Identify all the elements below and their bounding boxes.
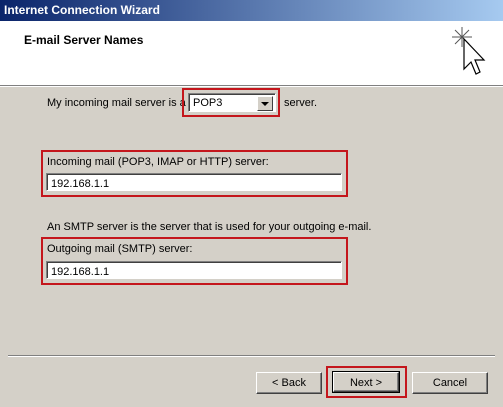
- back-button[interactable]: < Back: [256, 372, 322, 394]
- incoming-type-prefix: My incoming mail server is a: [47, 97, 186, 109]
- header-divider: [0, 86, 503, 87]
- incoming-type-suffix: server.: [284, 97, 318, 109]
- cancel-button[interactable]: Cancel: [412, 372, 488, 394]
- wizard-header: E-mail Server Names: [0, 21, 503, 86]
- footer-divider: [8, 355, 495, 357]
- page-title: E-mail Server Names: [24, 33, 144, 47]
- smtp-note: An SMTP server is the server that is use…: [47, 221, 372, 233]
- next-button[interactable]: Next >: [332, 371, 400, 393]
- incoming-server-label: Incoming mail (POP3, IMAP or HTTP) serve…: [47, 156, 269, 168]
- incoming-server-type-value: POP3: [193, 97, 223, 109]
- outgoing-server-input[interactable]: [46, 261, 342, 279]
- incoming-server-type-select[interactable]: POP3: [188, 93, 276, 112]
- title-bar: Internet Connection Wizard: [0, 0, 503, 21]
- outgoing-server-label: Outgoing mail (SMTP) server:: [47, 243, 193, 255]
- wizard-sparkle-cursor-icon: [452, 27, 486, 75]
- window-title: Internet Connection Wizard: [4, 3, 160, 17]
- incoming-server-input[interactable]: [46, 173, 342, 191]
- chevron-down-icon[interactable]: [257, 96, 273, 111]
